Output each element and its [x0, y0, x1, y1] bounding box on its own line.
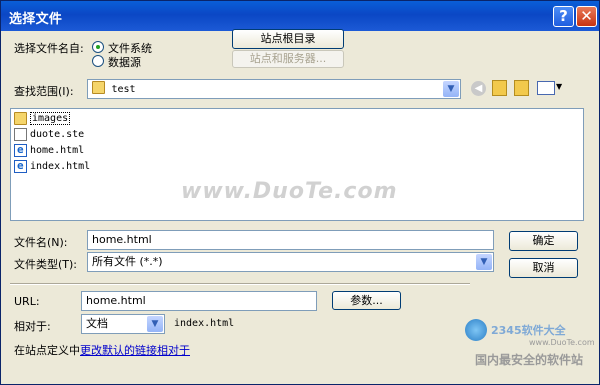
corner-brand: 2345软件大全: [491, 324, 566, 337]
file-list[interactable]: images duote.ste home.html index.html: [10, 108, 584, 221]
title-bar[interactable]: 选择文件 ? ✕: [1, 1, 599, 31]
corner-slogan: 国内最安全的软件站: [475, 353, 584, 367]
site-server-button[interactable]: 站点和服务器...: [232, 50, 344, 68]
help-button[interactable]: ?: [553, 6, 574, 27]
filetype-dropdown[interactable]: 所有文件 (*.*) ▼: [87, 252, 494, 272]
radio-datasource[interactable]: [92, 55, 104, 67]
lookin-label: 查找范围(I):: [14, 85, 74, 98]
relative-dropdown[interactable]: 文档 ▼: [81, 314, 165, 334]
choose-from-label: 选择文件名自:: [14, 42, 84, 55]
filetype-value: 所有文件 (*.*): [92, 255, 163, 268]
logo-icon: [465, 319, 487, 341]
cancel-button[interactable]: 取消: [509, 258, 578, 278]
ok-button[interactable]: 确定: [509, 231, 578, 251]
filename-input[interactable]: home.html: [87, 230, 494, 250]
relative-file: index.html: [174, 318, 235, 329]
new-folder-icon[interactable]: [514, 80, 529, 96]
folder-icon: [92, 81, 105, 94]
chevron-down-icon[interactable]: ▼: [476, 254, 492, 270]
chevron-down-icon[interactable]: ▼: [443, 81, 459, 97]
relative-value: 文档: [86, 317, 108, 330]
corner-url: www.DuoTe.com: [529, 338, 595, 347]
html-file-icon: [14, 143, 27, 157]
list-item[interactable]: home.html: [14, 142, 84, 158]
chevron-down-icon[interactable]: ▼: [147, 316, 163, 332]
view-menu-icon[interactable]: [537, 81, 555, 95]
footer-text: 在站点定义中: [14, 344, 80, 357]
select-file-dialog: 选择文件 ? ✕ 选择文件名自: 文件系统 数据源 站点根目录 站点和服务器..…: [0, 0, 600, 385]
filename-label: 文件名(N):: [14, 236, 68, 249]
corner-watermark: 2345软件大全 www.DuoTe.com 国内最安全的软件站: [461, 319, 599, 384]
change-default-link[interactable]: 更改默认的链接相对于: [80, 342, 190, 358]
folder-icon: [14, 111, 27, 125]
lookin-dropdown[interactable]: test ▼: [87, 79, 461, 99]
list-item[interactable]: index.html: [14, 158, 90, 174]
filetype-label: 文件类型(T):: [14, 258, 78, 271]
list-item[interactable]: duote.ste: [14, 126, 84, 142]
relative-label: 相对于:: [14, 320, 51, 333]
up-folder-icon[interactable]: [492, 80, 507, 96]
radio-filesystem[interactable]: [92, 41, 104, 53]
url-input[interactable]: home.html: [81, 291, 317, 311]
divider: [10, 283, 470, 285]
html-file-icon: [14, 159, 27, 173]
site-file-icon: [14, 127, 27, 141]
lookin-value: test: [111, 84, 136, 95]
list-item[interactable]: images: [14, 110, 71, 126]
close-button[interactable]: ✕: [576, 6, 597, 27]
watermark: www.DuoTe.com: [181, 179, 398, 204]
url-label: URL:: [14, 295, 40, 308]
site-root-button[interactable]: 站点根目录: [232, 29, 344, 49]
radio-datasource-label[interactable]: 数据源: [108, 54, 141, 70]
view-menu-chevron-icon[interactable]: ▼: [556, 82, 562, 91]
params-button[interactable]: 参数...: [332, 291, 401, 310]
dialog-title: 选择文件: [9, 12, 63, 27]
back-icon[interactable]: ◀: [471, 81, 486, 96]
